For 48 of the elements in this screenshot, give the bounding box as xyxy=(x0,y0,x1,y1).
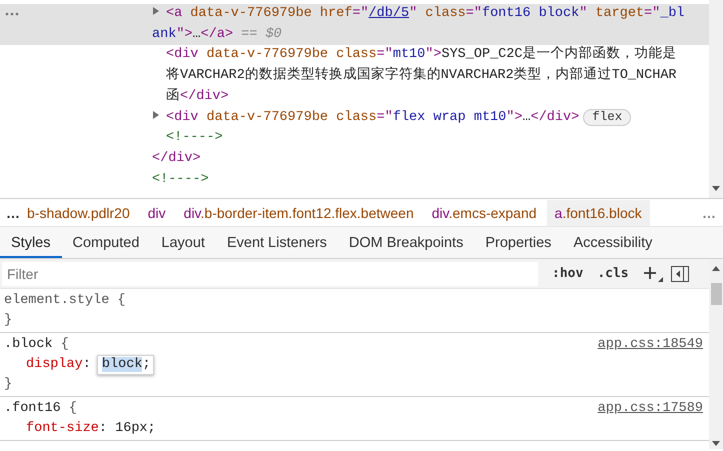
more-button[interactable]: … xyxy=(696,204,723,220)
hov-button[interactable]: :hov xyxy=(552,266,584,281)
source-link[interactable]: app.css:18549 xyxy=(598,335,703,355)
breadcrumb-item[interactable]: a.font16.block xyxy=(546,200,650,226)
code-line[interactable]: <a data-v-776979be href="/db/5" class="font16 block" target="_blank">…</a> == $0 xyxy=(0,4,709,46)
more-icon[interactable] xyxy=(5,12,19,16)
tab[interactable]: Event Listeners xyxy=(216,227,338,258)
scroll-down-icon[interactable] xyxy=(712,441,720,446)
tab[interactable]: Accessibility xyxy=(562,227,664,258)
css-selector: element.style { xyxy=(4,292,126,310)
code-line[interactable]: <!----> xyxy=(0,128,709,149)
expand-triangle-icon[interactable] xyxy=(152,110,160,119)
code-line[interactable]: <!----> xyxy=(0,170,709,190)
tab[interactable]: Computed xyxy=(62,227,150,258)
property-name[interactable]: font-size xyxy=(26,421,99,436)
code-line[interactable]: </div> xyxy=(0,148,709,170)
css-selector: .block { xyxy=(4,336,69,354)
scrollbar[interactable] xyxy=(709,259,723,449)
expand-triangle-icon[interactable] xyxy=(152,7,160,15)
closing-brace: } xyxy=(4,312,12,330)
breadcrumb-item[interactable]: div.b-border-item.font12.flex.between xyxy=(176,200,422,226)
cls-button[interactable]: .cls xyxy=(597,266,629,281)
colon: : xyxy=(98,421,108,436)
breadcrumb-item[interactable]: b-shadow.pdlr20 xyxy=(27,200,138,226)
tab[interactable]: Layout xyxy=(150,227,216,258)
more-button[interactable]: … xyxy=(0,204,27,220)
filter-field[interactable]: Filter xyxy=(2,262,538,286)
add-rule-icon[interactable] xyxy=(642,264,663,282)
scroll-up-icon[interactable] xyxy=(712,266,720,271)
property-value[interactable]: 16px; xyxy=(115,421,156,436)
source-link[interactable]: app.css:17589 xyxy=(598,399,703,419)
closing-brace: } xyxy=(4,376,12,394)
link[interactable]: /db/5 xyxy=(368,6,410,21)
css-selector: .font16 { xyxy=(4,400,77,418)
scroll-down-icon[interactable] xyxy=(712,186,720,191)
code-line[interactable]: <div data-v-776979be class="flex wrap mt10">…</div> flex xyxy=(0,108,709,128)
tab[interactable]: DOM Breakpoints xyxy=(338,227,474,258)
breadcrumb-item[interactable]: div.emcs-expand xyxy=(424,200,545,226)
colon: : xyxy=(82,357,92,372)
scroll-thumb[interactable] xyxy=(710,283,722,305)
scrollbar[interactable] xyxy=(709,0,723,198)
code-line[interactable]: <div data-v-776979be class="mt10">SYS_OP_C2C是一个内部函数，功能是将VARCHAR2的数据类型转换成国家字符集的NVARCHAR2类型，内部通过TO_NCHAR函</div> xyxy=(0,45,709,108)
sidebar-toggle-icon[interactable] xyxy=(670,266,689,282)
breadcrumb-item[interactable]: div xyxy=(140,200,174,226)
property-name[interactable]: display xyxy=(26,357,83,372)
flex-badge[interactable]: flex xyxy=(583,108,632,126)
tab[interactable]: Properties xyxy=(474,227,562,258)
value-editor[interactable]: block; xyxy=(96,355,154,375)
